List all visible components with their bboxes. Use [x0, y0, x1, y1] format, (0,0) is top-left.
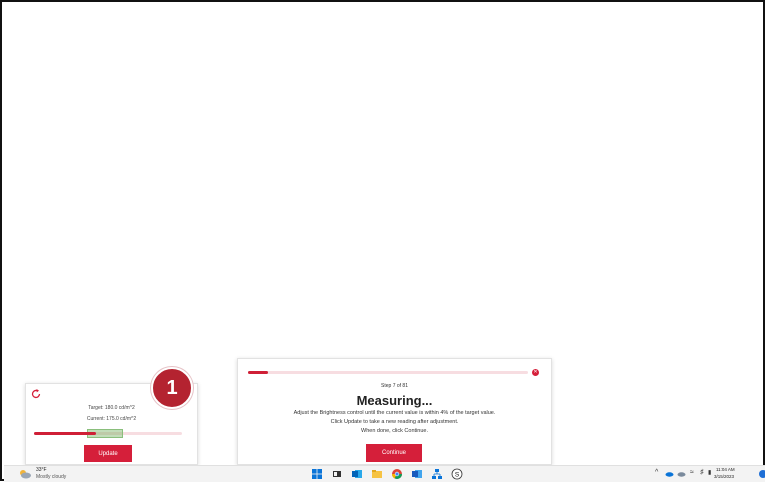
chevron-up-icon[interactable]: ^ [655, 469, 658, 476]
notification-icon[interactable] [759, 470, 765, 478]
measuring-panel: ✕ Step 7 of 81 Measuring... Adjust the B… [237, 358, 552, 465]
step-number-badge: 1 [151, 367, 193, 409]
network-app-icon[interactable] [431, 468, 443, 480]
windows-start-icon[interactable] [311, 468, 323, 480]
file-explorer-icon[interactable] [371, 468, 383, 480]
onedrive-icon[interactable] [665, 469, 674, 478]
instruction-line-3: When done, click Continue. [361, 428, 428, 434]
weather-description[interactable]: Mostly cloudy [36, 474, 66, 480]
step-progress-bar [248, 371, 528, 374]
continue-button[interactable]: Continue [366, 444, 422, 462]
close-icon[interactable]: ✕ [532, 369, 539, 376]
volume-icon[interactable]: ♯ [700, 469, 704, 476]
desktop-window: Target: 180.0 cd/m^2 Current: 175.0 cd/m… [0, 0, 765, 482]
task-view-icon[interactable] [331, 468, 343, 480]
taskbar: 33°F Mostly cloudy S ^ ≈ ♯ ▮ 11:04 AM 3/… [4, 465, 765, 482]
clock-time[interactable]: 11:04 AM [716, 467, 735, 472]
clock-date[interactable]: 3/15/2023 [714, 474, 734, 479]
instruction-line-2: Click Update to take a new reading after… [330, 419, 459, 425]
measuring-title: Measuring... [356, 393, 433, 408]
current-level-fill [34, 432, 97, 435]
skype-icon[interactable]: S [451, 468, 463, 480]
step-progress-fill [248, 371, 268, 374]
update-button[interactable]: Update [84, 445, 132, 462]
word-icon[interactable] [411, 468, 423, 480]
wifi-icon[interactable]: ≈ [690, 469, 694, 476]
svg-text:S: S [455, 471, 460, 478]
outlook-icon[interactable] [351, 468, 363, 480]
weather-temperature[interactable]: 33°F [36, 467, 47, 473]
chrome-icon[interactable] [391, 468, 403, 480]
cloud-sync-icon[interactable] [677, 469, 686, 478]
step-counter: Step 7 of 81 [381, 383, 408, 389]
battery-icon[interactable]: ▮ [708, 469, 711, 476]
current-value: Current: 175.0 cd/m^2 [86, 416, 137, 422]
instruction-line-1: Adjust the Brightness control until the … [293, 410, 496, 416]
cloud-icon[interactable] [18, 469, 32, 479]
refresh-icon[interactable] [30, 388, 42, 400]
brightness-level-bar [34, 429, 182, 438]
